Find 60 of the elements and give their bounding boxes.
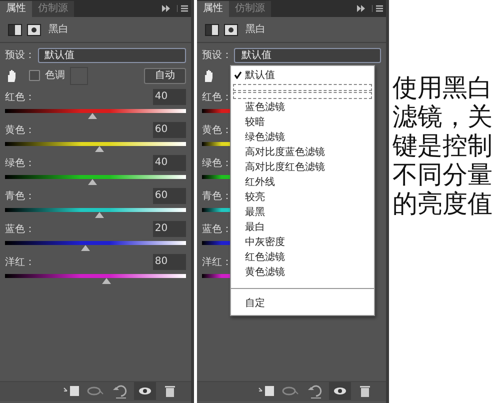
adjustment-title: 黑白 <box>48 23 68 37</box>
eye-icon[interactable] <box>329 382 352 400</box>
auto-button[interactable]: 自动 <box>144 68 186 84</box>
half-square-icon[interactable] <box>204 24 219 36</box>
menu-item[interactable]: 高对比度蓝色滤镜 <box>230 145 374 160</box>
preset-select[interactable]: 默认值 <box>38 48 186 63</box>
value-field[interactable]: 60 <box>152 188 186 204</box>
menu-item[interactable]: 默认值 <box>230 68 374 83</box>
tint-label: 色调 <box>45 69 65 83</box>
adjustment-title: 黑白 <box>245 23 266 37</box>
slider-label: 青色： <box>5 190 35 204</box>
slider-label: 青色： <box>202 190 232 204</box>
slider-label: 黄色： <box>202 124 232 138</box>
preset-label: 预设： <box>5 49 35 63</box>
value-field[interactable]: 20 <box>152 221 186 237</box>
value-field[interactable]: 40 <box>152 155 186 171</box>
panel-tab[interactable]: 属性 <box>0 1 32 17</box>
preset-select[interactable]: 默认值 <box>234 48 381 63</box>
menu-item[interactable]: 蓝色滤镜 <box>230 100 374 115</box>
menu-item[interactable]: 自定 <box>230 296 374 311</box>
slider-label: 洋红： <box>5 256 35 270</box>
slider-label: 蓝色： <box>202 222 232 236</box>
slider-thumb[interactable] <box>88 113 97 119</box>
menu-item[interactable]: 最白 <box>230 220 374 235</box>
checkbox[interactable] <box>29 70 40 81</box>
slider-thumb[interactable] <box>95 212 104 218</box>
slider-label: 绿色： <box>5 156 35 170</box>
slider-label: 绿色： <box>202 156 232 170</box>
value-field[interactable]: 40 <box>152 89 186 105</box>
menu-item[interactable]: 较暗 <box>230 115 374 130</box>
preset-label: 预设： <box>202 49 232 63</box>
value-field[interactable]: 80 <box>152 254 186 270</box>
menu-item[interactable]: 高对比度红色滤镜 <box>230 160 374 175</box>
slider-label: 红色： <box>5 90 35 104</box>
slider-thumb[interactable] <box>80 245 90 251</box>
half-square-icon[interactable] <box>8 24 22 36</box>
menu-item[interactable]: 红色滤镜 <box>230 250 374 265</box>
slider-thumb[interactable] <box>95 146 104 152</box>
slider-label: 红色： <box>202 90 232 104</box>
eye-icon[interactable] <box>134 382 156 400</box>
mask-icon[interactable] <box>27 24 41 36</box>
menu-item[interactable]: 绿色滤镜 <box>230 130 374 145</box>
menu-item[interactable]: 较亮 <box>230 190 374 205</box>
mask-icon[interactable] <box>224 24 238 36</box>
menu-item[interactable]: 红外线 <box>230 175 374 190</box>
menu-icon[interactable] <box>372 4 383 13</box>
menu-item[interactable]: 中灰密度 <box>230 235 374 250</box>
slider-thumb[interactable] <box>102 278 112 284</box>
slider-label: 蓝色： <box>5 222 35 236</box>
value-field[interactable]: 60 <box>152 122 186 138</box>
panel-tab[interactable]: 属性 <box>196 1 229 17</box>
menu-item[interactable]: 黄色滤镜 <box>230 265 374 280</box>
collapse-icon[interactable] <box>160 4 171 13</box>
slider-label: 黄色： <box>5 124 35 138</box>
menu-icon[interactable] <box>176 4 188 13</box>
slider-thumb[interactable] <box>88 179 97 185</box>
slider-label: 洋红： <box>202 256 232 270</box>
annotation-text: 使用黑白滤镜，关键是控制不同分量的亮度值 <box>392 73 494 220</box>
collapse-icon[interactable] <box>356 4 366 13</box>
menu-item[interactable]: 最黑 <box>230 205 374 220</box>
